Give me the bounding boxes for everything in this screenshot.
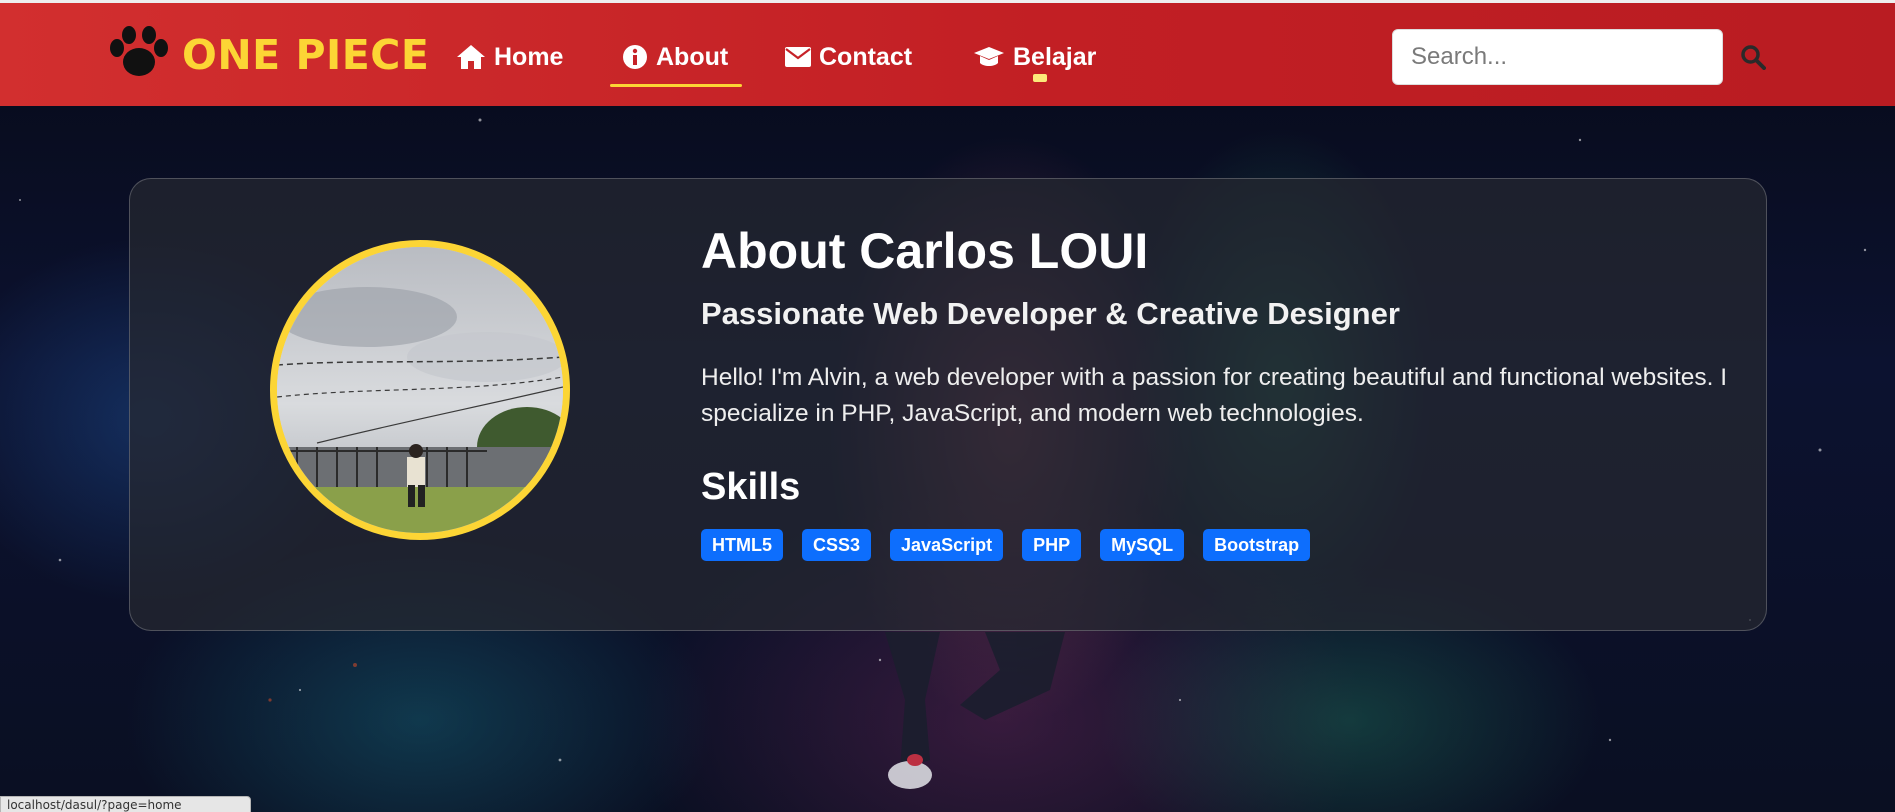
graduation-cap-icon [973,45,1005,69]
about-bio: Hello! I'm Alvin, a web developer with a… [701,364,1728,427]
skill-badge: MySQL [1100,529,1185,561]
skill-badge: PHP [1022,529,1082,561]
nav-home-label: Home [494,42,564,71]
search-input[interactable] [1392,29,1723,85]
skill-badge: JavaScript [890,529,1004,561]
about-title: About Carlos LOUI [701,223,1149,279]
nav-about-label: About [656,42,729,71]
nav-contact-label: Contact [819,42,913,71]
skill-badge: HTML5 [701,529,783,561]
skill-badge: Bootstrap [1203,529,1311,561]
top-navbar: ONE PIECE Home About Contact Belajar [0,0,1895,106]
search-icon[interactable] [1738,40,1768,74]
envelope-icon [785,47,811,67]
brand-link[interactable]: ONE PIECE [108,26,430,84]
info-circle-icon [622,44,648,70]
nav-contact[interactable]: Contact [785,33,912,81]
home-icon [456,44,486,70]
skill-badge: CSS3 [802,529,872,561]
nav-home[interactable]: Home [456,33,563,81]
browser-status-url: localhost/dasul/?page=home [0,796,251,812]
nav-about[interactable]: About [609,33,743,87]
skills-list: HTML5 CSS3 JavaScript PHP MySQL Bootstra… [701,529,1311,561]
brand-name: ONE PIECE [182,31,430,79]
profile-photo [270,240,570,540]
about-subtitle: Passionate Web Developer & Creative Desi… [701,296,1400,331]
skills-heading: Skills [701,466,801,508]
nav-belajar-label: Belajar [1013,42,1097,71]
paw-icon [108,26,170,84]
dropdown-indicator [1033,74,1047,82]
